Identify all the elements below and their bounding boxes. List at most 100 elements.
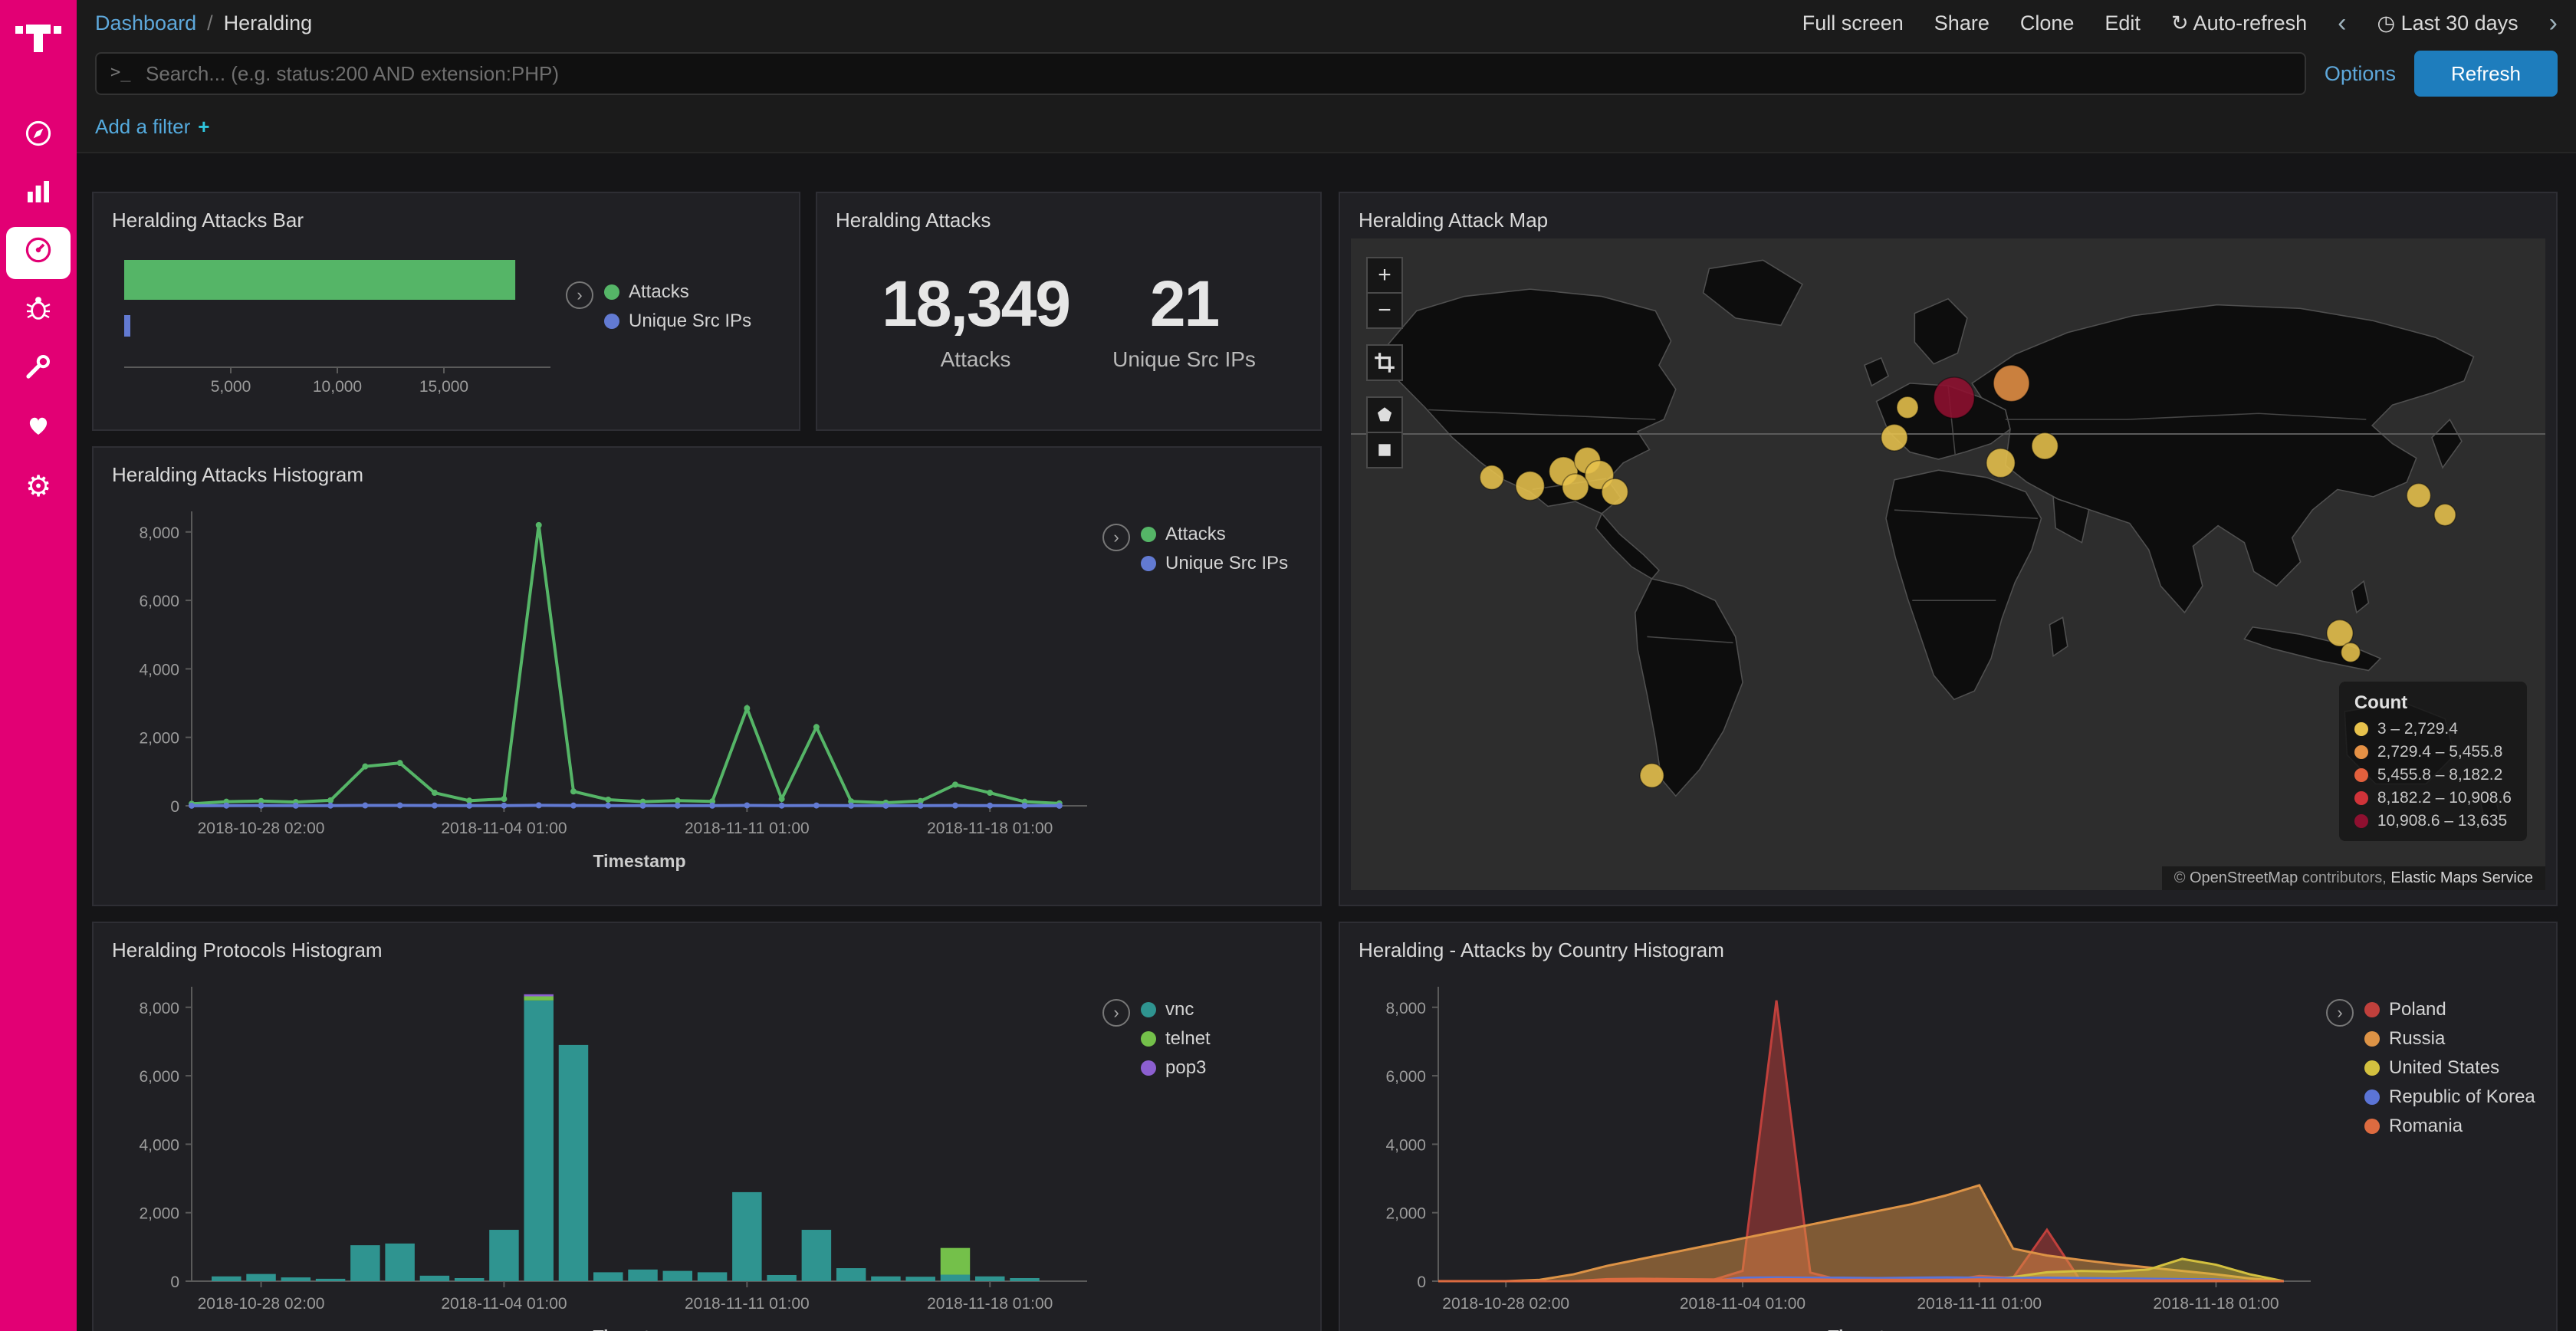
legend-collapse-icon[interactable]: › (566, 281, 593, 309)
zoom-in-button[interactable]: + (1366, 257, 1403, 294)
svg-text:2018-11-18 01:00: 2018-11-18 01:00 (2153, 1295, 2279, 1313)
options-link[interactable]: Options (2325, 62, 2396, 86)
add-filter-link[interactable]: Add a filter+ (95, 115, 209, 139)
legend-item[interactable]: Attacks (604, 281, 751, 303)
legend-item[interactable]: Republic of Korea (2364, 1086, 2535, 1108)
attack-location-dot[interactable] (1640, 764, 1664, 787)
panel-title: Heralding Attacks (836, 209, 1308, 232)
attack-location-dot[interactable] (1562, 474, 1589, 501)
world-map[interactable]: + − Count 3 – 2,729.42,729.4 – 5,455.85,… (1351, 238, 2545, 890)
time-back-icon[interactable]: ‹ (2338, 10, 2346, 36)
gear-icon: ⚙ (25, 472, 51, 501)
sidebar-item-visualize[interactable] (0, 166, 77, 224)
legend-item[interactable]: Attacks (1141, 524, 1288, 545)
search-box: >_ (95, 52, 2306, 95)
sidebar-item-dev-tools[interactable] (0, 340, 77, 399)
panel-attacks-histogram: Heralding Attacks Histogram 02,0004,0006… (92, 446, 1322, 906)
svg-text:2018-11-04 01:00: 2018-11-04 01:00 (441, 820, 567, 837)
metric-label: Unique Src IPs (1112, 347, 1256, 372)
protocols-histogram-chart[interactable]: 02,0004,0006,0008,0002018-10-28 02:00201… (106, 968, 1102, 1331)
legend-item[interactable]: 5,455.8 – 8,182.2 (2354, 766, 2512, 784)
clone-button[interactable]: Clone (2020, 12, 2075, 35)
legend-item[interactable]: United States (2364, 1057, 2535, 1079)
svg-text:2,000: 2,000 (139, 1205, 179, 1223)
metric-label: Attacks (882, 347, 1070, 372)
attacks-bar-chart[interactable]: 5,00010,00015,000 (106, 238, 566, 410)
attack-location-dot[interactable] (1881, 424, 1907, 451)
legend-item[interactable]: 3 – 2,729.4 (2354, 720, 2512, 738)
selected-nav-tile (6, 227, 71, 279)
sidebar-item-dashboard[interactable] (0, 224, 77, 282)
attack-location-dot[interactable] (2407, 484, 2430, 508)
legend-item[interactable]: pop3 (1141, 1057, 1211, 1079)
attack-location-dot[interactable] (1602, 478, 1628, 505)
attack-location-dot[interactable] (2032, 432, 2058, 459)
legend-label: Unique Src IPs (629, 311, 751, 332)
metric-value: 21 (1112, 267, 1256, 341)
legend-item[interactable]: 8,182.2 – 10,908.6 (2354, 789, 2512, 807)
draw-polygon-button[interactable] (1366, 396, 1403, 433)
legend-collapse-icon[interactable]: › (1102, 999, 1130, 1027)
attack-location-dot[interactable] (1516, 472, 1544, 501)
legend-item[interactable]: Russia (2364, 1028, 2535, 1050)
sidebar-item-management[interactable]: ⚙ (0, 457, 77, 515)
attack-location-dot[interactable] (1480, 465, 1503, 489)
heartbeat-icon (23, 409, 54, 446)
sidebar-item-apm[interactable] (0, 282, 77, 340)
polygon-icon (1378, 407, 1392, 421)
legend-label: pop3 (1165, 1057, 1206, 1079)
chart-legend: › vnc telnet pop3 (1102, 968, 1211, 1079)
legend-item[interactable]: Unique Src IPs (604, 311, 751, 332)
legend-color-dot (1141, 556, 1156, 571)
legend-color-dot (1141, 1031, 1156, 1047)
attack-location-dot[interactable] (1897, 396, 1918, 418)
share-button[interactable]: Share (1934, 12, 1990, 35)
time-range-picker[interactable]: ◷ Last 30 days (2377, 12, 2518, 35)
legend-label: Attacks (629, 281, 689, 303)
attack-location-dot[interactable] (2434, 504, 2456, 525)
clock-icon: ◷ (2377, 12, 2395, 35)
legend-color-dot (2364, 1089, 2380, 1105)
openstreetmap-link[interactable]: OpenStreetMap (2190, 869, 2298, 886)
sidebar-item-discover[interactable] (0, 107, 77, 166)
auto-refresh-button[interactable]: ↻ Auto-refresh (2171, 12, 2307, 35)
legend-item[interactable]: 10,908.6 – 13,635 (2354, 812, 2512, 830)
attacks-histogram-chart[interactable]: 02,0004,0006,0008,0002018-10-28 02:00201… (106, 493, 1102, 876)
top-menu: Full screen Share Clone Edit ↻ Auto-refr… (1802, 10, 2558, 36)
zoom-out-button[interactable]: − (1366, 292, 1403, 329)
legend-item[interactable]: vnc (1141, 999, 1211, 1020)
legend-label: telnet (1165, 1028, 1211, 1050)
fit-bounds-button[interactable] (1366, 344, 1403, 381)
full-screen-button[interactable]: Full screen (1802, 12, 1904, 35)
breadcrumb-dashboard-link[interactable]: Dashboard (95, 12, 196, 35)
legend-collapse-icon[interactable]: › (1102, 524, 1130, 551)
telekom-logo[interactable] (14, 12, 63, 67)
attack-location-dot[interactable] (1993, 365, 2029, 401)
time-forward-icon[interactable]: › (2549, 10, 2558, 36)
svg-text:4,000: 4,000 (1385, 1136, 1426, 1154)
search-input[interactable] (95, 52, 2306, 95)
attack-location-dot[interactable] (1986, 449, 2015, 478)
svg-text:2018-11-11 01:00: 2018-11-11 01:00 (1917, 1295, 2042, 1313)
legend-item[interactable]: 2,729.4 – 5,455.8 (2354, 743, 2512, 761)
country-histogram-chart[interactable]: 02,0004,0006,0008,0002018-10-28 02:00201… (1352, 968, 2326, 1331)
attack-location-dot[interactable] (2341, 642, 2361, 662)
legend-item[interactable]: Unique Src IPs (1141, 553, 1288, 574)
svg-text:0: 0 (170, 798, 179, 816)
edit-button[interactable]: Edit (2104, 12, 2141, 35)
legend-color-dot (2364, 1031, 2380, 1047)
legend-item[interactable]: Romania (2364, 1116, 2535, 1137)
legend-item[interactable]: telnet (1141, 1028, 1211, 1050)
legend-label: 2,729.4 – 5,455.8 (2377, 743, 2502, 761)
metric-value: 18,349 (882, 267, 1070, 341)
svg-text:2018-10-28 02:00: 2018-10-28 02:00 (198, 820, 325, 837)
draw-rectangle-button[interactable] (1366, 432, 1403, 468)
refresh-button[interactable]: Refresh (2414, 51, 2558, 97)
legend-color-dot (2354, 722, 2368, 736)
sidebar-item-monitoring[interactable] (0, 399, 77, 457)
attack-location-dot[interactable] (1934, 377, 1974, 419)
legend-item[interactable]: Poland (2364, 999, 2535, 1020)
legend-collapse-icon[interactable]: › (2326, 999, 2354, 1027)
crop-icon (1375, 353, 1395, 373)
elastic-maps-service-link[interactable]: Elastic Maps Service (2390, 869, 2533, 886)
